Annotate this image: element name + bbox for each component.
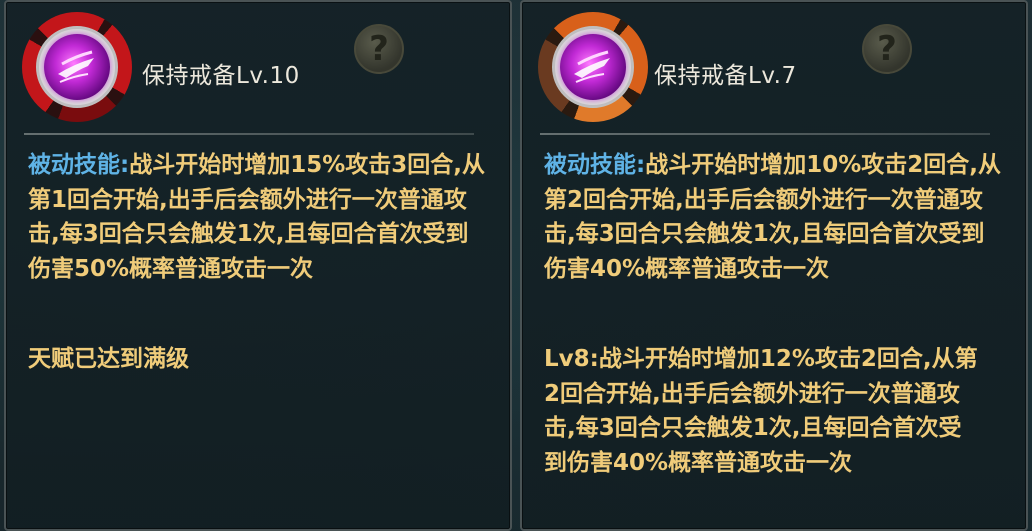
dash-skill-icon	[44, 34, 110, 100]
max-level-note: 天赋已达到满级	[28, 346, 189, 372]
skill-description: 被动技能:战斗开始时增加15%攻击3回合,从第1回合开始,出手后会额外进行一次普…	[28, 148, 488, 286]
skill-tooltip-panel-right: ? 保持戒备Lv.7 被动技能:战斗开始时增加10%攻击2回合,从第2回合开始,…	[520, 0, 1028, 531]
skill-description: 被动技能:战斗开始时增加10%攻击2回合,从第2回合开始,出手后会额外进行一次普…	[544, 148, 1004, 286]
divider	[540, 133, 990, 135]
passive-skill-tag: 被动技能:	[28, 152, 130, 178]
help-icon[interactable]: ?	[354, 24, 404, 74]
skill-icon	[22, 12, 132, 122]
divider	[24, 133, 474, 135]
help-icon[interactable]: ?	[862, 24, 912, 74]
next-level-preview: Lv8:战斗开始时增加12%攻击2回合,从第2回合开始,出手后会额外进行一次普通…	[544, 346, 978, 476]
passive-skill-tag: 被动技能:	[544, 152, 646, 178]
dash-skill-icon	[560, 34, 626, 100]
skill-title: 保持戒备Lv.10	[142, 63, 300, 89]
skill-title: 保持戒备Lv.7	[654, 63, 797, 89]
skill-icon	[538, 12, 648, 122]
skill-tooltip-panel-left: ? 保持戒备Lv.10 被动技能:战斗开始时增加15%攻击3回合,从第1回合开始…	[4, 0, 512, 531]
